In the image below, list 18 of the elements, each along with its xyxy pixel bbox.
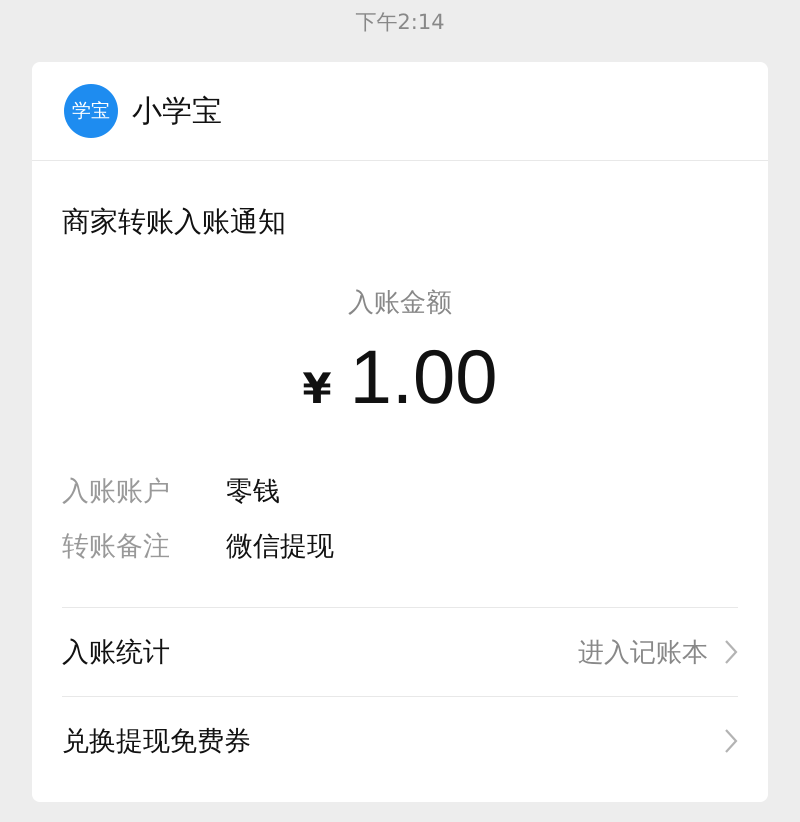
chevron-icon [724, 728, 738, 754]
amount-label: 入账金额 [347, 287, 453, 320]
detail-value: 微信提现 [226, 530, 334, 564]
detail-value: 零钱 [226, 474, 280, 508]
notice-title: 商家转账入账通知 [62, 204, 287, 240]
amount-value: 1.00 [350, 334, 498, 421]
chevron-icon [724, 639, 738, 665]
app-logo: 学宝 [64, 84, 118, 138]
detail-label: 转账备注 [62, 530, 171, 564]
app-name: 小学宝 [132, 92, 222, 130]
status-time: 下午2:14 [354, 9, 446, 36]
link-row[interactable]: 入账统计 进入记账本 [62, 608, 738, 697]
detail-label: 入账账户 [62, 474, 171, 508]
link-action: 进入记账本 [578, 636, 708, 670]
link-label: 兑换提现免费券 [62, 725, 251, 759]
currency-symbol: ¥ [302, 364, 332, 413]
link-row[interactable]: 兑换提现免费券 [62, 697, 738, 785]
link-label: 入账统计 [62, 636, 170, 670]
